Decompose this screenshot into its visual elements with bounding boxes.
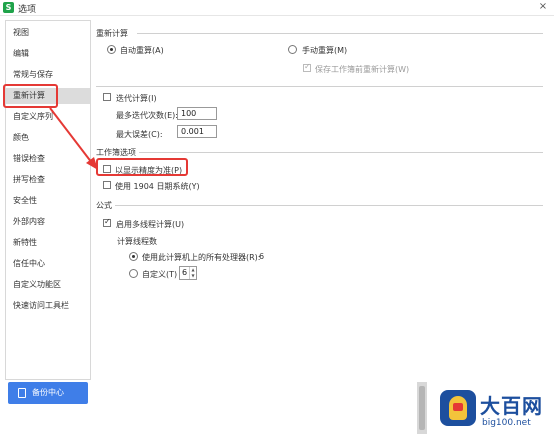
save-recalc-label: 保存工作簿前重新计算(W) <box>315 65 410 74</box>
auto-recalc-radio[interactable] <box>107 45 116 54</box>
logo-inner-shape <box>453 403 463 411</box>
save-recalc-checkbox[interactable] <box>303 62 311 72</box>
manual-threads-spinner[interactable]: 6 ▲ ▼ <box>179 266 197 280</box>
max-iterations-label: 最多迭代次数(E): <box>116 111 178 120</box>
all-processors-count: 6 <box>259 252 265 261</box>
backup-center-label: 备份中心 <box>32 388 64 397</box>
iteration-checkbox[interactable] <box>103 93 111 101</box>
scrollbar-thumb[interactable] <box>419 386 425 430</box>
close-button[interactable]: × <box>536 0 550 14</box>
sidebar-item-new-features[interactable]: 新特性 <box>6 235 90 251</box>
multithread-label: 启用多线程计算(U) <box>116 220 185 229</box>
iteration-label: 迭代计算(I) <box>116 94 157 103</box>
highlight-box-recalculate <box>3 84 58 108</box>
manual-threads-radio[interactable] <box>129 269 138 278</box>
options-content: 重新计算 自动重算(A) 手动重算(M) 保存工作簿前重新计算(W) 迭代计算(… <box>93 20 543 408</box>
sidebar-item-security[interactable]: 安全性 <box>6 193 90 209</box>
manual-recalc-label: 手动重算(M) <box>302 46 348 55</box>
date-1904-label: 使用 1904 日期系统(Y) <box>115 182 200 191</box>
sidebar-item-quick-access[interactable]: 快速访问工具栏 <box>6 298 90 314</box>
sidebar-item-external-content[interactable]: 外部内容 <box>6 214 90 230</box>
workbook-section-title: 工作簿选项 <box>96 148 136 157</box>
title-bar: S 选项 × <box>0 0 554 16</box>
sidebar-item-edit[interactable]: 编辑 <box>6 46 90 62</box>
max-change-label: 最大误差(C): <box>116 130 163 139</box>
window-title: 选项 <box>18 5 37 15</box>
all-processors-radio[interactable] <box>129 252 138 261</box>
sidebar-item-general-save[interactable]: 常规与保存 <box>6 67 90 83</box>
max-iterations-input[interactable]: 100 <box>177 107 217 120</box>
recalc-section-title: 重新计算 <box>96 29 128 38</box>
threads-title: 计算线程数 <box>117 237 157 246</box>
all-processors-label: 使用此计算机上的所有处理器(R): <box>142 253 261 262</box>
watermark-title: 大百网 <box>480 394 543 418</box>
max-change-input[interactable]: 0.001 <box>177 125 217 138</box>
watermark-url: big100.net <box>482 418 531 428</box>
formula-divider <box>115 205 543 206</box>
sidebar-item-customize-ribbon[interactable]: 自定义功能区 <box>6 277 90 293</box>
backup-icon <box>18 388 26 398</box>
date-1904-checkbox[interactable] <box>103 181 111 189</box>
multithread-checkbox[interactable] <box>103 217 111 227</box>
manual-threads-label: 自定义(T) <box>142 270 178 279</box>
formula-section-title: 公式 <box>96 201 112 210</box>
sidebar-item-custom-lists[interactable]: 自定义序列 <box>6 109 90 125</box>
manual-recalc-radio[interactable] <box>288 45 297 54</box>
spinner-arrows-icon[interactable]: ▲ ▼ <box>189 267 196 279</box>
sidebar-item-trust-center[interactable]: 信任中心 <box>6 256 90 272</box>
backup-center-button[interactable]: 备份中心 <box>8 382 88 404</box>
iteration-divider <box>96 86 543 87</box>
sidebar-item-error-check[interactable]: 错误检查 <box>6 151 90 167</box>
workbook-divider <box>139 152 543 153</box>
watermark-logo-icon <box>440 390 476 426</box>
sidebar-item-view[interactable]: 视图 <box>6 25 90 41</box>
options-sidebar: 视图 编辑 常规与保存 重新计算 自定义序列 颜色 错误检查 拼写检查 安全性 … <box>5 20 91 380</box>
sidebar-item-color[interactable]: 颜色 <box>6 130 90 146</box>
auto-recalc-label: 自动重算(A) <box>120 46 164 55</box>
sidebar-item-spell-check[interactable]: 拼写检查 <box>6 172 90 188</box>
site-watermark: 大百网 big100.net <box>440 388 550 434</box>
app-icon: S <box>3 2 14 13</box>
manual-threads-value: 6 <box>182 268 188 277</box>
highlight-box-precision <box>96 158 188 176</box>
recalc-divider <box>137 33 543 34</box>
